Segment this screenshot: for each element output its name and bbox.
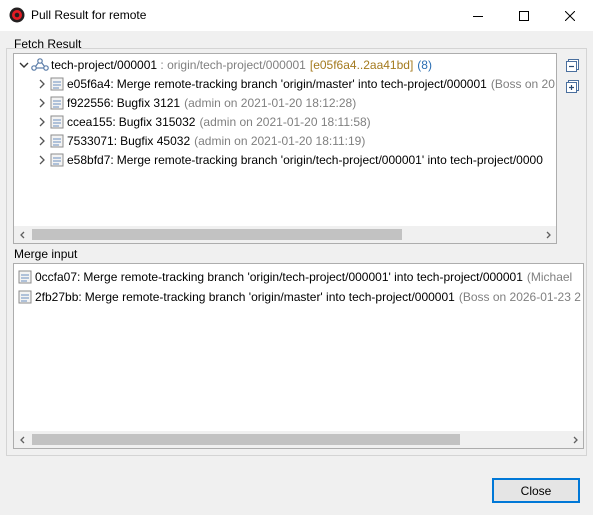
collapse-all-button[interactable] bbox=[565, 58, 581, 74]
commit-icon bbox=[49, 133, 65, 149]
window-title: Pull Result for remote bbox=[31, 8, 147, 22]
merge-input-label: Merge input bbox=[14, 247, 78, 261]
commit-message: Bugfix 45032 bbox=[120, 133, 191, 148]
expand-all-button[interactable] bbox=[565, 79, 581, 95]
branch-icon bbox=[31, 57, 49, 73]
scrollbar-thumb[interactable] bbox=[32, 229, 402, 240]
commit-meta: (Boss on 20 bbox=[490, 76, 555, 91]
maximize-icon bbox=[519, 10, 529, 21]
commit-meta: (Boss on 2026-01-23 2 bbox=[458, 289, 581, 304]
fetch-result-hscrollbar[interactable] bbox=[14, 226, 556, 243]
commit-id: f922556: bbox=[67, 95, 114, 110]
commit-id: ccea155: bbox=[67, 114, 116, 129]
commit-meta: (admin on 2021-01-20 18:11:58) bbox=[199, 114, 371, 129]
tree-commit-row[interactable]: ccea155: Bugfix 315032 (admin on 2021-01… bbox=[35, 112, 371, 131]
scroll-left-icon[interactable] bbox=[14, 226, 31, 243]
commit-id: e05f6a4: bbox=[67, 76, 114, 91]
tree-commit-row[interactable]: 7533071: Bugfix 45032 (admin on 2021-01-… bbox=[35, 131, 365, 150]
close-button[interactable]: Close bbox=[492, 478, 580, 503]
ref-separator: : bbox=[157, 57, 168, 72]
chevron-down-icon[interactable] bbox=[17, 58, 31, 72]
chevron-right-icon[interactable] bbox=[35, 96, 49, 110]
maximize-button[interactable] bbox=[501, 0, 547, 31]
fetch-result-label: Fetch Result bbox=[14, 37, 82, 51]
branch-name: tech-project/000001 bbox=[51, 57, 158, 72]
commit-id: 0ccfa07: bbox=[35, 269, 81, 284]
chevron-right-icon[interactable] bbox=[35, 153, 49, 167]
scroll-right-icon[interactable] bbox=[539, 226, 556, 243]
commit-message: Merge remote-tracking branch 'origin/tec… bbox=[116, 152, 543, 167]
commit-meta: (admin on 2021-01-20 18:11:19) bbox=[194, 133, 366, 148]
remote-ref: origin/tech-project/000001 bbox=[167, 57, 306, 72]
commit-icon bbox=[17, 269, 33, 285]
commit-meta: (Michael bbox=[526, 269, 573, 284]
minimize-button[interactable] bbox=[455, 0, 501, 31]
expand-all-icon bbox=[566, 80, 579, 93]
tree-commit-row[interactable]: e58bfd7: Merge remote-tracking branch 'o… bbox=[35, 150, 547, 169]
commit-message: Merge remote-tracking branch 'origin/tec… bbox=[83, 269, 523, 284]
title-bar: Pull Result for remote bbox=[0, 0, 593, 31]
tree-commit-row[interactable]: f922556: Bugfix 3121 (admin on 2021-01-2… bbox=[35, 93, 356, 112]
chevron-right-icon[interactable] bbox=[35, 77, 49, 91]
tree-root-row[interactable]: tech-project/000001 : origin/tech-projec… bbox=[17, 55, 432, 74]
commit-message: Merge remote-tracking branch 'origin/mas… bbox=[116, 76, 487, 91]
chevron-right-icon[interactable] bbox=[35, 115, 49, 129]
chevron-right-icon[interactable] bbox=[35, 134, 49, 148]
minimize-icon bbox=[473, 15, 483, 17]
app-icon bbox=[9, 7, 25, 23]
commit-count: (8) bbox=[417, 57, 432, 72]
commit-message: Bugfix 3121 bbox=[116, 95, 181, 110]
fetch-result-tree[interactable]: tech-project/000001 : origin/tech-projec… bbox=[13, 53, 557, 244]
commit-range: [e05f6a4..2aa41bd] bbox=[309, 57, 414, 72]
tree-commit-row[interactable]: e05f6a4: Merge remote-tracking branch 'o… bbox=[35, 74, 555, 93]
commit-id: e58bfd7: bbox=[67, 152, 114, 167]
scroll-right-icon[interactable] bbox=[566, 431, 583, 448]
merge-commit-row[interactable]: 0ccfa07: Merge remote-tracking branch 'o… bbox=[17, 267, 572, 286]
commit-icon bbox=[49, 152, 65, 168]
commit-id: 2fb27bb: bbox=[35, 289, 82, 304]
commit-message: Merge remote-tracking branch 'origin/mas… bbox=[84, 289, 455, 304]
commit-icon bbox=[49, 76, 65, 92]
commit-icon bbox=[49, 95, 65, 111]
merge-input-hscrollbar[interactable] bbox=[14, 431, 583, 448]
close-icon bbox=[565, 10, 575, 21]
close-window-button[interactable] bbox=[547, 0, 593, 31]
collapse-all-icon bbox=[566, 59, 579, 72]
commit-icon bbox=[49, 114, 65, 130]
commit-id: 7533071: bbox=[67, 133, 118, 148]
merge-input-list[interactable]: 0ccfa07: Merge remote-tracking branch 'o… bbox=[13, 263, 584, 449]
close-button-label: Close bbox=[520, 483, 552, 498]
scrollbar-thumb[interactable] bbox=[32, 434, 460, 445]
commit-meta: (admin on 2021-01-20 18:12:28) bbox=[184, 95, 357, 110]
commit-icon bbox=[17, 289, 33, 305]
scroll-left-icon[interactable] bbox=[14, 431, 31, 448]
commit-message: Bugfix 315032 bbox=[118, 114, 196, 129]
merge-commit-row[interactable]: 2fb27bb: Merge remote-tracking branch 'o… bbox=[17, 287, 581, 306]
